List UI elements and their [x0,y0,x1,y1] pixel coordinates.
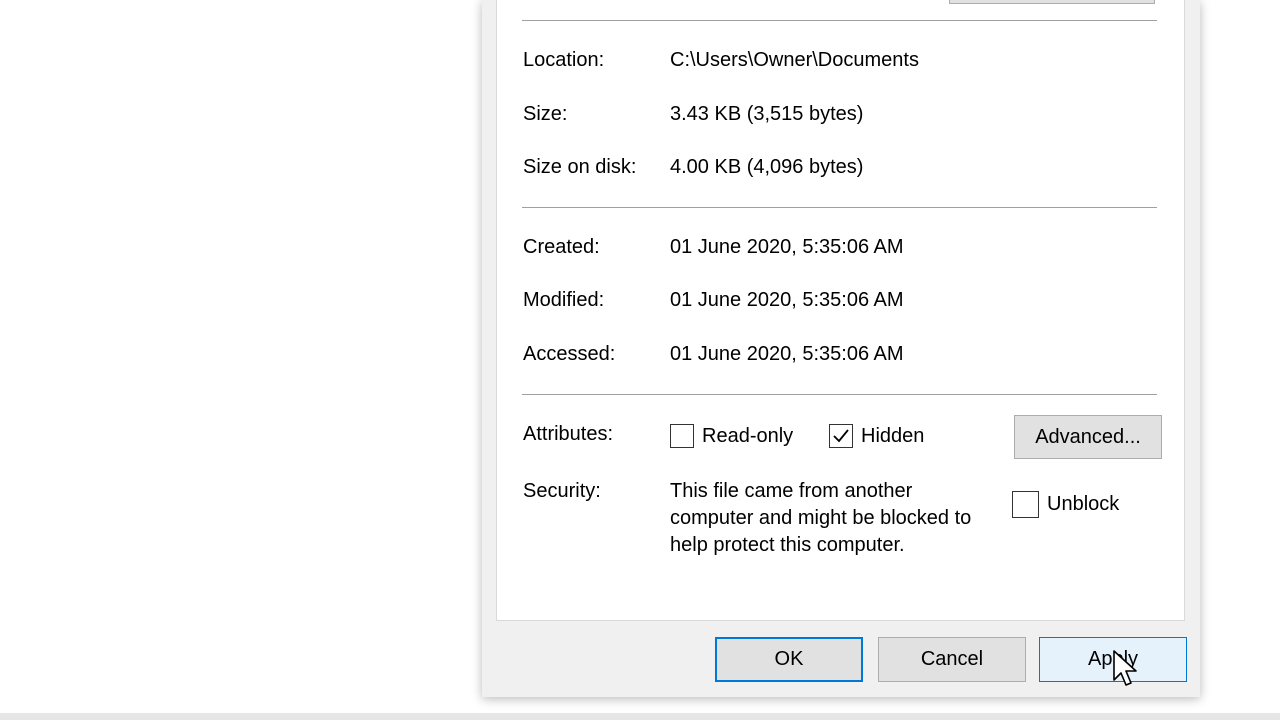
unblock-checkbox-box[interactable] [1012,491,1039,518]
read-only-checkbox-box[interactable] [670,424,694,448]
cancel-button[interactable]: Cancel [878,637,1026,682]
attributes-label: Attributes: [523,423,614,445]
separator-top [522,20,1157,21]
modified-label: Modified: [523,289,605,311]
created-value: 01 June 2020, 5:35:06 AM [670,236,904,258]
size-label: Size: [523,103,568,125]
hidden-checkbox-box[interactable] [829,424,853,448]
size-value: 3.43 KB (3,515 bytes) [670,103,864,125]
accessed-label: Accessed: [523,343,616,365]
location-value: C:\Users\Owner\Documents [670,49,919,71]
modified-value: 01 June 2020, 5:35:06 AM [670,289,904,311]
advanced-button[interactable]: Advanced... [1014,415,1162,459]
unblock-checkbox-label: Unblock [1047,493,1120,515]
hidden-checkbox[interactable]: Hidden [829,424,924,448]
size-on-disk-value: 4.00 KB (4,096 bytes) [670,156,864,178]
read-only-checkbox-label: Read-only [702,424,794,447]
ok-button[interactable]: OK [715,637,863,682]
taskbar-edge [0,713,1280,720]
unblock-checkbox[interactable]: Unblock [1012,491,1119,518]
size-on-disk-label: Size on disk: [523,156,637,178]
security-label: Security: [523,480,601,502]
change-button-partial[interactable] [949,0,1155,4]
accessed-value: 01 June 2020, 5:35:06 AM [670,343,904,365]
separator-dates [522,394,1157,395]
general-tab-panel: Location: C:\Users\Owner\Documents Size:… [496,0,1185,621]
separator-size [522,207,1157,208]
read-only-checkbox[interactable]: Read-only [670,424,793,448]
created-label: Created: [523,236,600,258]
file-properties-dialog: Location: C:\Users\Owner\Documents Size:… [482,0,1200,697]
check-icon [833,429,849,443]
apply-button[interactable]: Apply [1039,637,1187,682]
location-label: Location: [523,49,605,71]
hidden-checkbox-label: Hidden [861,424,925,447]
security-message: This file came from another computer and… [670,480,972,556]
